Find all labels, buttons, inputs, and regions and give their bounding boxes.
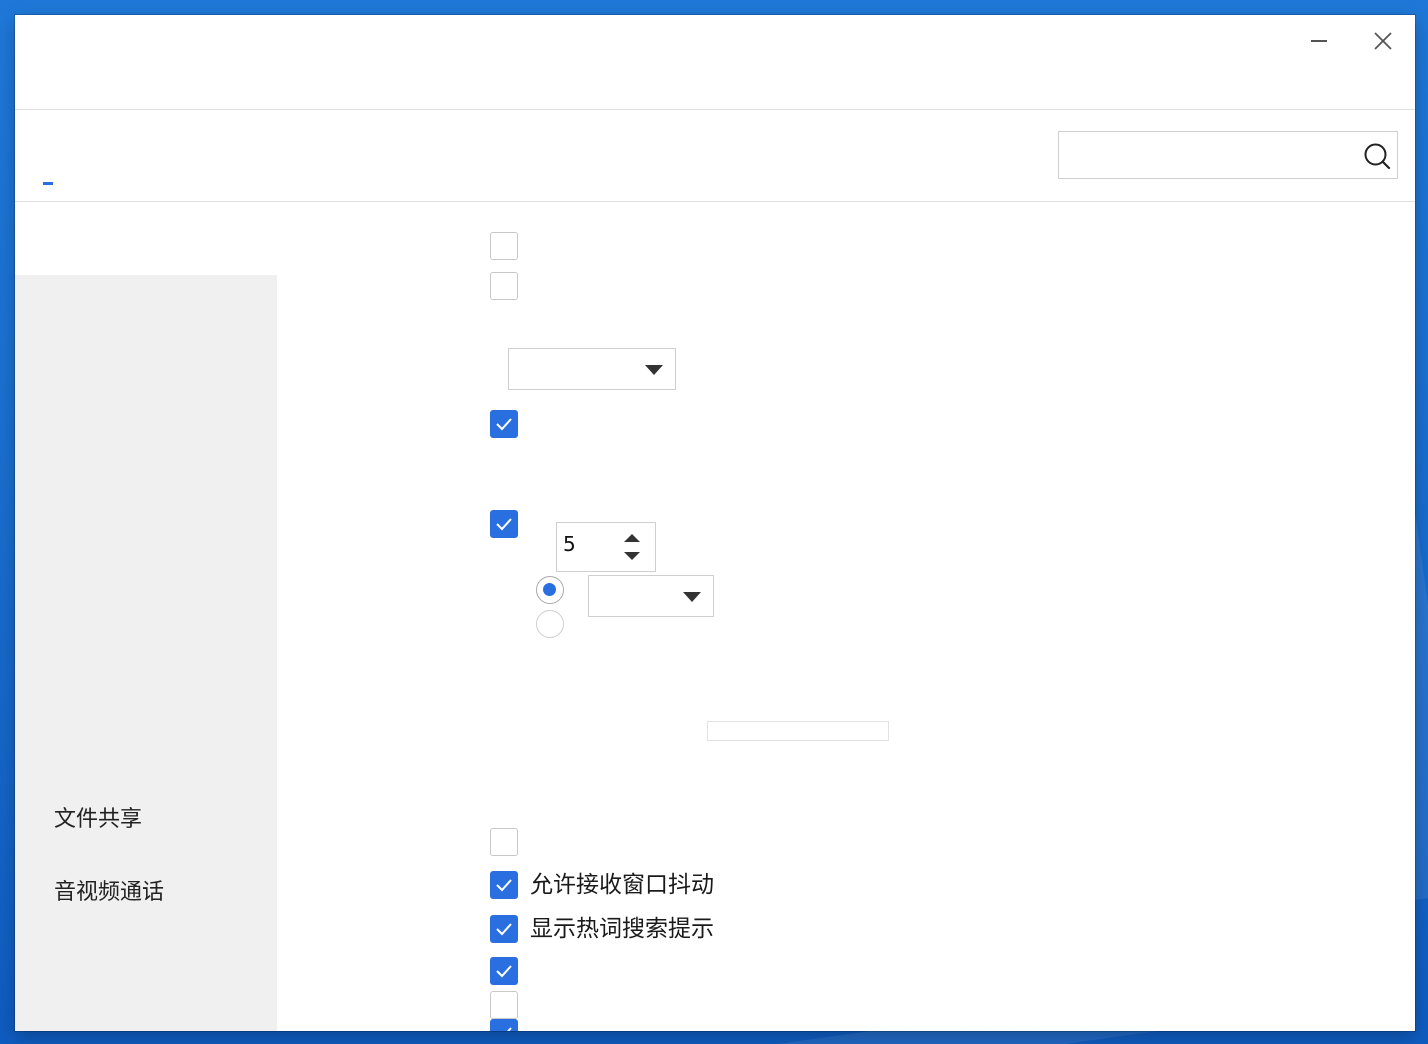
sidebar-item-av-call[interactable]: 音视频通话 — [54, 874, 164, 906]
sidebar-item-label: 文件共享 — [54, 807, 143, 832]
minimize-button[interactable] — [1299, 27, 1339, 55]
settings-content: 5 允许接收窗口抖动 显示热词搜索提示 — [277, 202, 1415, 1031]
title-bar — [15, 15, 1415, 110]
chevron-down-icon — [645, 365, 663, 375]
search-box[interactable] — [1058, 131, 1398, 179]
checkmark-icon — [496, 923, 512, 936]
setting-checkbox-6[interactable] — [490, 957, 518, 985]
minimize-icon — [1311, 40, 1327, 42]
search-input[interactable] — [1067, 140, 1351, 172]
sidebar-item-file-sharing[interactable]: 文件共享 — [54, 801, 142, 833]
spin-up-icon[interactable] — [623, 531, 641, 545]
checkmark-icon — [506, 1027, 512, 1031]
setting-dropdown-1[interactable] — [508, 348, 676, 390]
checkmark-icon — [496, 518, 512, 531]
setting-radio-2[interactable] — [536, 610, 564, 638]
sidebar-header-area — [15, 202, 277, 275]
show-hotword-hint-label: 显示热词搜索提示 — [530, 916, 714, 942]
allow-window-shake-label: 允许接收窗口抖动 — [530, 872, 714, 898]
active-tab-indicator — [43, 182, 53, 185]
checkmark-icon — [496, 879, 512, 892]
show-hotword-hint-checkbox[interactable] — [490, 915, 518, 943]
setting-checkbox-3[interactable] — [490, 410, 518, 438]
radio-dot — [543, 583, 556, 596]
checkmark-icon — [496, 965, 512, 978]
spin-down-icon[interactable] — [623, 549, 641, 563]
sidebar-item-label: 音视频通话 — [54, 880, 165, 905]
settings-window: 文件共享 音视频通话 5 允许接收窗口抖动 显示热词搜索提示 — [15, 15, 1415, 1031]
setting-text-field[interactable] — [707, 721, 889, 741]
setting-checkbox-8[interactable] — [490, 1019, 518, 1031]
close-button[interactable] — [1363, 27, 1403, 55]
setting-checkbox-5[interactable] — [490, 828, 518, 856]
tab-bar — [15, 110, 1415, 202]
close-icon — [1374, 32, 1392, 50]
checkmark-icon — [496, 418, 512, 431]
search-icon[interactable] — [1363, 142, 1391, 170]
setting-checkbox-4[interactable] — [490, 510, 518, 538]
spinner-value[interactable]: 5 — [563, 532, 613, 560]
setting-checkbox-1[interactable] — [490, 232, 518, 260]
setting-dropdown-2[interactable] — [588, 575, 714, 617]
chevron-down-icon — [683, 592, 701, 602]
sidebar: 文件共享 音视频通话 — [15, 275, 277, 1031]
setting-checkbox-2[interactable] — [490, 272, 518, 300]
setting-radio-1[interactable] — [536, 576, 564, 604]
setting-checkbox-7[interactable] — [490, 991, 518, 1019]
number-spinner[interactable]: 5 — [556, 522, 656, 572]
allow-window-shake-checkbox[interactable] — [490, 871, 518, 899]
